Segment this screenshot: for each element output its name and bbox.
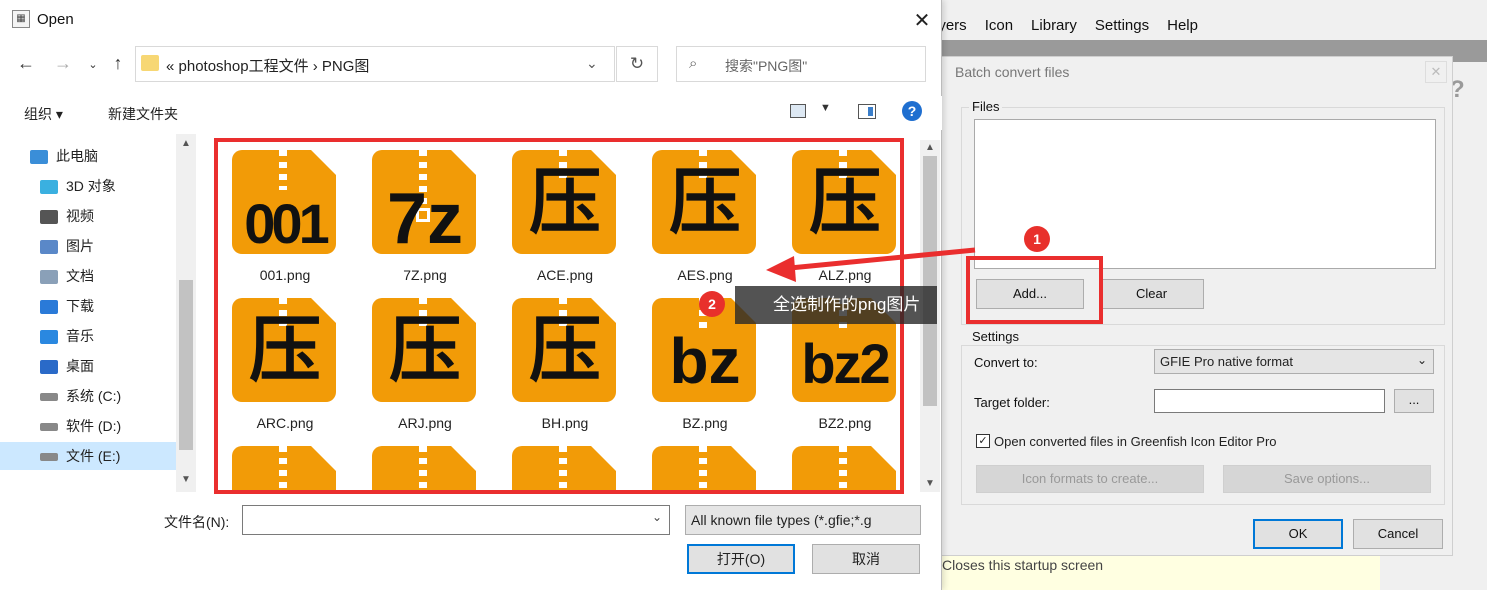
annotation-step-2: 2: [699, 291, 725, 317]
annotation-step-1: 1: [1024, 226, 1050, 252]
tooltip-text: 全选制作的png图片: [773, 295, 921, 314]
annotation-tooltip: 全选制作的png图片: [735, 286, 937, 324]
annotation-highlight-box: [966, 256, 1103, 324]
